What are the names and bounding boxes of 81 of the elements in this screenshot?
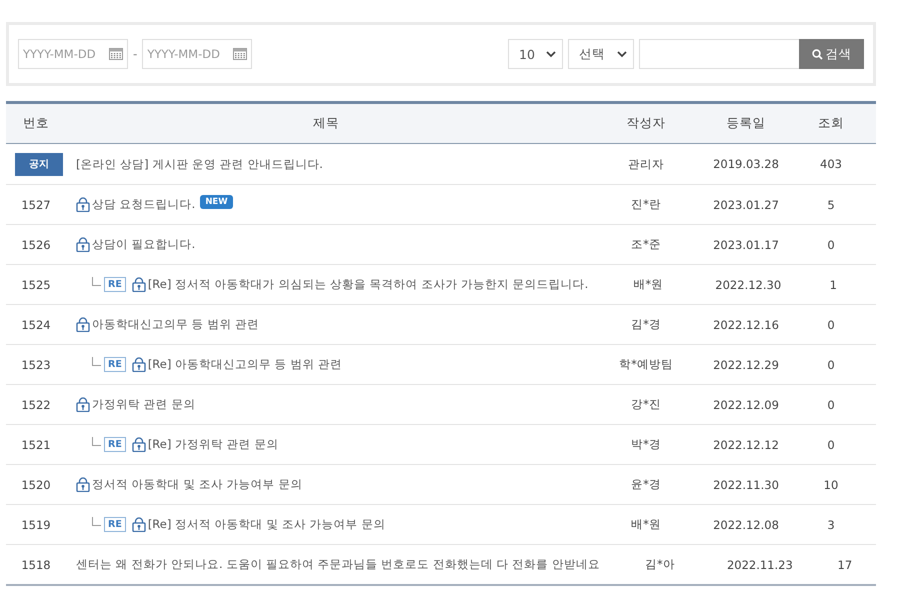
calendar-icon[interactable]	[233, 47, 248, 60]
date-cell-text: 2022.11.23	[726, 558, 794, 572]
post-number: 1520	[20, 478, 52, 492]
views-cell-text: 0	[826, 318, 836, 332]
post-number: 1523	[20, 358, 52, 372]
author-cell-text: 배*원	[630, 517, 662, 532]
post-number: 1524	[20, 318, 52, 332]
reply-corner-icon	[92, 357, 101, 366]
post-number: 1519	[20, 518, 52, 532]
views-cell-text: 3	[826, 518, 836, 532]
notice-badge: 공지	[15, 152, 63, 176]
date-cell-text: 2022.12.30	[714, 278, 782, 292]
post-title-link[interactable]: [온라인 상담] 게시판 운영 관련 안내드립니다.	[76, 156, 323, 172]
author-cell-text: 진*란	[630, 197, 662, 212]
date-separator: -	[133, 47, 138, 61]
page-size-select[interactable]: 10	[508, 39, 563, 69]
new-badge: NEW	[200, 194, 233, 208]
author-cell-text: 윤*경	[630, 477, 662, 492]
views-cell-text: 10	[822, 478, 840, 492]
reply-corner-icon	[92, 277, 101, 286]
views-cell-text: 17	[836, 558, 854, 572]
author-cell-text: 조*준	[630, 237, 662, 252]
reply-badge: RE	[104, 357, 126, 372]
column-header: 제목	[312, 115, 340, 132]
search-input[interactable]	[639, 39, 799, 69]
post-number: 1521	[20, 438, 52, 452]
post-title-link[interactable]: [Re] 정서적 아동학대 및 조사 가능여부 문의	[148, 517, 386, 532]
date-cell-text: 2022.12.08	[712, 518, 780, 532]
post-number: 1522	[20, 398, 52, 412]
views-cell-text: 5	[826, 198, 836, 212]
reply-corner-icon	[92, 517, 101, 526]
author-cell-text: 배*원	[632, 277, 664, 292]
post-title-link[interactable]: 상담이 필요합니다.	[92, 237, 196, 252]
post-number: 1527	[20, 198, 52, 212]
post-number: 1525	[20, 278, 52, 292]
author-cell-text: 강*진	[630, 397, 662, 412]
column-header: 번호	[22, 115, 50, 132]
end-date-field[interactable]: YYYY-MM-DD	[142, 39, 252, 69]
post-title-link[interactable]: [Re] 정서적 아동학대가 의심되는 상황을 목격하여 조사가 가능한지 문의드립니다.	[148, 277, 588, 292]
date-cell-text: 2019.03.28	[712, 157, 780, 171]
views-cell-text: 0	[826, 358, 836, 372]
date-cell-text: 2022.12.09	[712, 398, 780, 412]
author-cell-text: 김*경	[630, 317, 662, 332]
chevron-down-icon	[617, 50, 627, 58]
post-title-link[interactable]: 상담 요청드립니다.	[92, 197, 196, 212]
reply-corner-icon	[92, 437, 101, 446]
date-cell-text: 2022.11.30	[712, 478, 780, 492]
author-cell-text: 박*경	[630, 437, 662, 452]
views-cell-text: 0	[826, 238, 836, 252]
reply-badge: RE	[104, 277, 126, 292]
calendar-icon[interactable]	[109, 47, 123, 60]
post-number: 1526	[20, 238, 52, 252]
views-cell-text: 0	[826, 398, 836, 412]
column-header: 조회	[817, 115, 845, 132]
reply-badge: RE	[104, 517, 126, 532]
search-field-select[interactable]: 선택	[568, 39, 634, 69]
search-button[interactable]: 검색	[799, 39, 864, 69]
date-cell-text: 2022.12.16	[712, 318, 780, 332]
post-title-link[interactable]: 정서적 아동학대 및 조사 가능여부 문의	[92, 477, 302, 492]
search-icon	[812, 48, 822, 60]
views-cell-text: 403	[819, 157, 843, 171]
date-cell-text: 2022.12.12	[712, 438, 780, 452]
post-title-link[interactable]: [Re] 아동학대신고의무 등 범위 관련	[148, 357, 342, 372]
date-cell-text: 2023.01.27	[712, 198, 780, 212]
post-title-link[interactable]: [Re] 가정위탁 관련 문의	[148, 437, 278, 452]
post-title-link[interactable]: 아동학대신고의무 등 범위 관련	[92, 317, 259, 332]
date-cell-text: 2022.12.29	[712, 358, 780, 372]
author-cell-text: 학*예방팀	[618, 357, 674, 372]
post-title-link[interactable]: 가정위탁 관련 문의	[92, 397, 196, 412]
post-title-link[interactable]: 센터는 왜 전화가 안되나요. 도움이 필요하여 주문과님들 번호로도 전화했는데 다 전화를 안받네요	[76, 557, 600, 572]
date-cell-text: 2023.01.17	[712, 238, 780, 252]
column-header: 작성자	[626, 115, 666, 132]
author-cell-text: 김*아	[644, 557, 676, 572]
views-cell-text: 0	[826, 438, 836, 452]
reply-badge: RE	[104, 437, 126, 452]
start-date-field[interactable]: YYYY-MM-DD	[18, 39, 128, 69]
chevron-down-icon	[546, 50, 556, 58]
views-cell-text: 1	[828, 278, 838, 292]
column-header: 등록일	[726, 115, 766, 132]
author-cell-text: 관리자	[627, 156, 665, 172]
post-number: 1518	[20, 558, 52, 572]
